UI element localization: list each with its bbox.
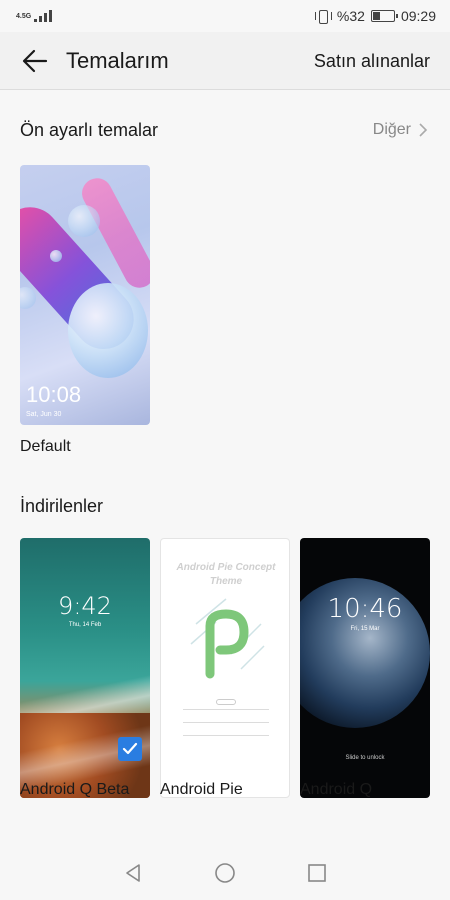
page-title: Temalarım	[66, 48, 169, 73]
app-bar: Temalarım Satın alınanlar	[0, 32, 450, 90]
more-label: Diğer	[372, 121, 411, 138]
arrow-left-icon[interactable]	[22, 48, 48, 74]
theme-name-android-pie: Android Pie	[160, 781, 243, 798]
signal-group: 4.5G	[16, 10, 53, 22]
theme-clock: 9:42	[58, 592, 112, 620]
theme-name-android-q: Android Q	[300, 781, 373, 798]
theme-date: Sat, Jun 30	[26, 411, 62, 418]
signal-icon	[34, 10, 53, 22]
unlock-hint: Slide to unlock	[345, 755, 385, 761]
preset-section-title: Ön ayarlı temalar	[20, 120, 159, 140]
pie-preview-menu	[183, 699, 269, 748]
status-time: 09:29	[400, 8, 436, 24]
status-bar: 4.5G %32 09:29	[0, 0, 450, 32]
battery-icon	[370, 10, 398, 22]
theme-name-android-q-beta: Android Q Beta	[20, 781, 130, 798]
theme-clock: 10:46	[327, 594, 403, 624]
circle-home-icon[interactable]	[214, 862, 236, 884]
network-type: 4.5G	[16, 12, 32, 20]
selected-checkmark-icon	[118, 737, 142, 761]
theme-name-default: Default	[20, 438, 71, 455]
more-button[interactable]: Diğer	[373, 121, 428, 139]
vibrate-icon	[314, 9, 332, 24]
theme-thumbnail-default[interactable]: 10:08 Sat, Jun 30	[20, 165, 150, 425]
triangle-back-icon[interactable]	[122, 862, 144, 884]
downloaded-section-title: İndirilenler	[20, 496, 104, 516]
square-recent-icon[interactable]	[306, 862, 328, 884]
android-pie-logo-icon	[190, 598, 265, 679]
theme-clock: 10:08	[26, 382, 82, 407]
status-right: %32 09:29	[314, 8, 436, 24]
theme-date: Fri, 15 Mar	[350, 626, 380, 632]
chevron-right-icon	[419, 123, 428, 137]
pie-preview-title: Android Pie Concept Theme	[176, 562, 276, 587]
navigation-bar	[0, 845, 450, 900]
theme-thumbnail-android-q[interactable]: 10:46 Fri, 15 Mar Slide to unlock	[300, 538, 430, 798]
purchased-button[interactable]: Satın alınanlar	[314, 51, 430, 72]
theme-thumbnail-android-pie[interactable]: Android Pie Concept Theme	[160, 538, 290, 798]
battery-percent: %32	[336, 8, 365, 24]
theme-date: Thu, 14 Feb	[68, 622, 102, 628]
